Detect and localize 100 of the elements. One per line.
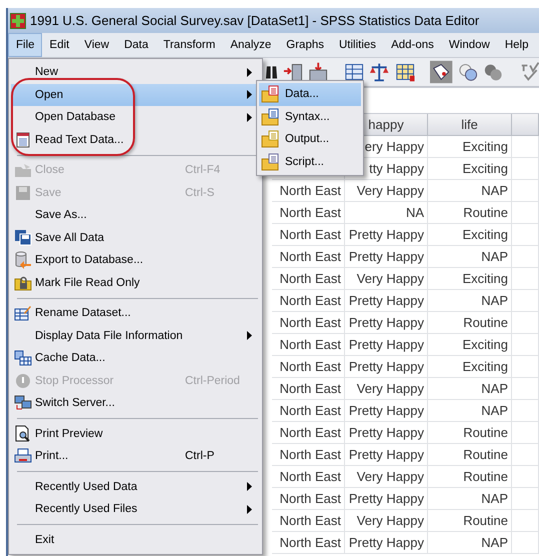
table-cell: Routine <box>428 422 512 444</box>
table-cell: NAP <box>428 532 512 554</box>
floppy-disks-icon <box>14 229 32 246</box>
submenu-arrow-icon <box>247 90 252 100</box>
table-cell: Pretty Happy <box>345 422 428 444</box>
table-icon[interactable] <box>344 61 364 83</box>
folder-icon <box>261 152 281 171</box>
table-cell <box>512 444 539 466</box>
menu-item[interactable]: Print... Ctrl-P <box>11 445 261 468</box>
magnifier-page-icon <box>15 425 31 442</box>
table-cell: Routine <box>428 202 512 224</box>
printer-icon <box>14 448 32 464</box>
stop-icon <box>15 372 31 389</box>
database-icon <box>14 251 32 270</box>
submenu-arrow-icon <box>247 112 252 122</box>
table-cell: North East <box>272 268 345 290</box>
table-cell <box>512 466 539 488</box>
menu-item[interactable]: Switch Server... <box>11 392 261 414</box>
table-cell <box>512 400 539 422</box>
submenu-arrow-icon <box>247 331 252 340</box>
table-cell: North East <box>272 180 345 202</box>
menu-item[interactable]: Mark File Read Only <box>11 272 261 294</box>
folder-icon <box>261 108 281 126</box>
menu-item[interactable]: Export to Database... <box>11 249 261 272</box>
menu-bar-item[interactable]: File <box>8 33 42 57</box>
table-cell <box>512 488 539 510</box>
menu-item[interactable]: Recently Used Files <box>11 498 261 520</box>
table-cell: North East <box>272 312 345 334</box>
table-cell: NAP <box>428 400 512 422</box>
menu-item[interactable]: Save As... <box>11 204 261 226</box>
menu-item[interactable]: Rename Dataset... <box>11 302 261 324</box>
submenu-arrow-icon <box>247 482 252 492</box>
table-cell <box>512 224 539 246</box>
value-labels-icon[interactable] <box>430 60 453 84</box>
document-icon <box>16 132 30 148</box>
submenu-arrow-icon <box>247 68 252 77</box>
grid-icon[interactable] <box>394 61 416 83</box>
insert-case-icon[interactable] <box>283 61 304 83</box>
menu-bar-item[interactable]: Graphs <box>278 33 331 57</box>
table-icon <box>14 350 32 366</box>
menu-item[interactable]: Data... <box>259 83 361 106</box>
table-cell: Routine <box>428 312 512 334</box>
menu-bar-item[interactable]: Help <box>496 33 536 57</box>
submenu-arrow-icon <box>247 504 252 514</box>
menu-bar-item[interactable]: Window <box>440 33 497 57</box>
menu-item[interactable]: Recently Used Data <box>11 476 261 498</box>
folder-icon <box>14 163 32 178</box>
table-cell: Routine <box>428 444 512 466</box>
table-cell: Very Happy <box>345 466 428 488</box>
folder-icon <box>261 85 281 104</box>
table-cell: Pretty Happy <box>345 488 428 510</box>
table-cell: Routine <box>428 510 512 532</box>
menu-item[interactable]: Cache Data... <box>11 347 261 370</box>
menu-item[interactable]: New <box>11 61 261 84</box>
table-cell: Very Happy <box>345 378 428 400</box>
table-cell <box>512 334 539 356</box>
menu-bar-item[interactable]: Edit <box>42 33 76 57</box>
menu-item[interactable]: Exit <box>11 528 261 551</box>
menu-bar-item[interactable]: Analyze <box>222 33 278 57</box>
circles-icon[interactable] <box>458 61 478 83</box>
table-cell <box>512 246 539 268</box>
table-cell: Very Happy <box>345 268 428 290</box>
column-header <box>512 114 539 136</box>
menu-bar-item[interactable]: Add-ons <box>383 33 441 57</box>
table-cell <box>512 268 539 290</box>
table-cell: Exciting <box>428 158 512 180</box>
menu-bar-item[interactable]: Transform <box>155 33 222 57</box>
table-cell: Very Happy <box>345 180 428 202</box>
table-cell <box>512 378 539 400</box>
menu-item[interactable]: Print Preview <box>11 422 261 445</box>
table-cell: Pretty Happy <box>345 224 428 246</box>
column-header: life <box>428 114 512 136</box>
table-cell: North East <box>272 400 345 422</box>
menu-item[interactable]: Open Database <box>11 106 261 128</box>
table-cell: Pretty Happy <box>345 532 428 554</box>
table-cell <box>512 510 539 532</box>
menu-bar-item[interactable]: Utilities <box>331 33 384 57</box>
table-cell: NA <box>345 202 428 224</box>
table-cell <box>512 136 539 158</box>
table-cell: Pretty Happy <box>345 400 428 422</box>
menu-item[interactable]: Display Data File Information <box>11 324 261 347</box>
menu-item[interactable]: Save All Data <box>11 226 261 249</box>
table-cell: North East <box>272 510 345 532</box>
table-cell: NAP <box>428 488 512 510</box>
scales-icon[interactable] <box>369 61 390 83</box>
table-cell: Pretty Happy <box>345 334 428 356</box>
table-cell: North East <box>272 422 345 444</box>
table-cell <box>512 180 539 202</box>
table-cell: Exciting <box>428 334 512 356</box>
table-cell <box>512 356 539 378</box>
menu-bar-item[interactable]: View <box>76 33 116 57</box>
table-cell <box>512 290 539 312</box>
table-cell: North East <box>272 246 345 268</box>
table-cell: Pretty Happy <box>345 290 428 312</box>
menu-bar-item[interactable]: Data <box>116 33 156 57</box>
table-cell: Exciting <box>428 268 512 290</box>
table-cell: Exciting <box>428 136 512 158</box>
table-cell <box>512 158 539 180</box>
table-cell: Exciting <box>428 224 512 246</box>
table-cell: North East <box>272 356 345 378</box>
